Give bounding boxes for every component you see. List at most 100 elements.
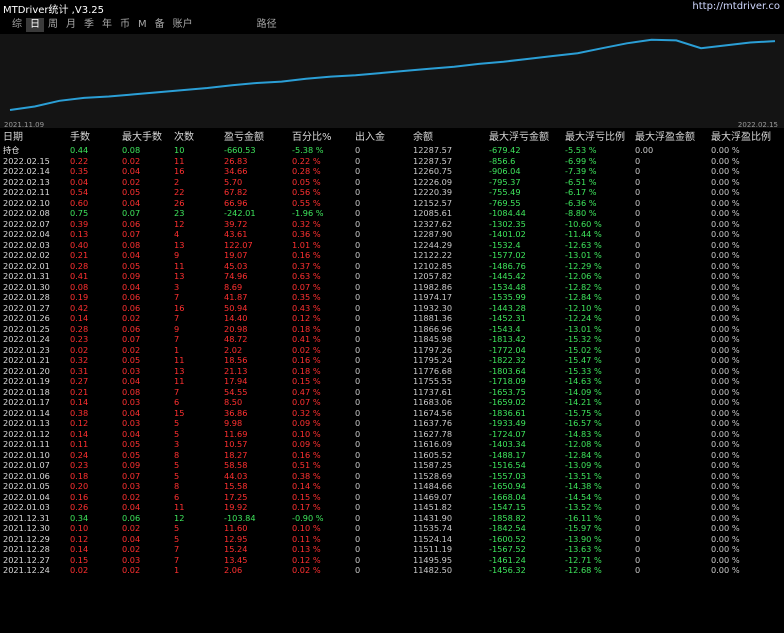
cell-lots: 0.20 — [70, 481, 89, 491]
table-row[interactable]: 2022.01.11 0.11 0.05 3 10.57 0.09 % 0 11616.09 -… — [0, 439, 784, 450]
table-row[interactable]: 2022.02.03 0.40 0.08 13 122.07 1.01 % 0 12244.2… — [0, 240, 784, 251]
cell-bal: 11431.90 — [413, 512, 453, 523]
table-row[interactable]: 2022.01.13 0.12 0.03 5 9.98 0.09 % 0 11637.76 -1… — [0, 418, 784, 429]
table-row[interactable]: 2022.01.04 0.16 0.02 6 17.25 0.15 % 0 11469.07 -… — [0, 492, 784, 503]
tab-7[interactable]: M — [134, 18, 151, 32]
cell-maxlots: 0.06 — [122, 218, 141, 229]
tab-3[interactable]: 月 — [62, 18, 80, 32]
cell-mdd: -1836.61 — [489, 407, 526, 418]
cell-mddp: -15.32 % — [565, 334, 602, 344]
cell-count: 3 — [174, 281, 180, 292]
tab-2[interactable]: 周 — [44, 18, 62, 32]
table-row[interactable]: 2022.01.21 0.32 0.05 11 18.56 0.16 % 0 11795.24… — [0, 355, 784, 366]
table-row[interactable]: 2021.12.31 0.34 0.06 12 -103.84 -0.90 % 0 11431… — [0, 513, 784, 524]
tab-4[interactable]: 季 — [80, 18, 98, 32]
cell-mdd: -1653.75 — [489, 386, 526, 397]
cell-bal: 11797.26 — [413, 344, 453, 355]
column-header-5[interactable]: 百分比% — [292, 131, 355, 145]
cell-io: 0 — [355, 208, 361, 218]
column-header-2[interactable]: 最大手数 — [122, 131, 174, 145]
table-row[interactable]: 2021.12.28 0.14 0.02 7 15.24 0.13 % 0 11511.19 -… — [0, 544, 784, 555]
table-row[interactable]: 2022.01.19 0.27 0.04 11 17.94 0.15 % 0 11755.55… — [0, 376, 784, 387]
table-row[interactable]: 2022.01.05 0.20 0.03 8 15.58 0.14 % 0 11484.66 -… — [0, 481, 784, 492]
cell-io: 0 — [355, 250, 361, 260]
column-header-3[interactable]: 次数 — [174, 131, 224, 145]
table-row[interactable]: 2022.01.24 0.23 0.07 7 48.72 0.41 % 0 11845.98 -… — [0, 334, 784, 345]
table-row[interactable]: 2022.01.18 0.21 0.08 7 54.55 0.47 % 0 11737.61 -… — [0, 387, 784, 398]
tab-1[interactable]: 日 — [26, 18, 44, 32]
cell-pct: 0.07 % — [292, 397, 321, 407]
table-row[interactable]: 2022.02.13 0.04 0.02 2 5.70 0.05 % 0 12226.09 -7… — [0, 177, 784, 188]
cell-io: 0 — [355, 323, 361, 334]
cell-mfe: 0.00 — [635, 145, 654, 155]
tab-10[interactable]: 路径 — [253, 18, 281, 32]
table-row[interactable]: 2022.02.04 0.13 0.07 4 43.61 0.36 % 0 12287.90 -… — [0, 229, 784, 240]
table-row[interactable]: 2022.02.11 0.54 0.05 22 67.82 0.56 % 0 12220.39… — [0, 187, 784, 198]
table-row[interactable]: 2022.01.26 0.14 0.02 7 14.40 0.12 % 0 11881.36 -… — [0, 313, 784, 324]
table-row[interactable]: 2022.01.12 0.14 0.04 5 11.69 0.10 % 0 11627.78 -… — [0, 429, 784, 440]
column-header-4[interactable]: 盈亏金额 — [224, 131, 292, 145]
cell-mfe: 0 — [635, 166, 641, 176]
cell-io: 0 — [355, 565, 361, 575]
table-row[interactable]: 2021.12.29 0.12 0.04 5 12.95 0.11 % 0 11524.14 -… — [0, 534, 784, 545]
tab-6[interactable]: 币 — [116, 18, 134, 32]
table-row[interactable]: 2021.12.27 0.15 0.03 7 13.45 0.12 % 0 11495.95 -… — [0, 555, 784, 566]
table-row[interactable]: 持仓 0.44 0.08 10 -660.53 -5.38 % 0 12287.57 -679.… — [0, 145, 784, 156]
cell-mfep: 0.00 % — [711, 365, 740, 376]
app-url-link[interactable]: http://mtdriver.co — [692, 1, 780, 12]
table-row[interactable]: 2022.02.15 0.22 0.02 11 26.83 0.22 % 0 12287.57… — [0, 156, 784, 167]
table-row[interactable]: 2022.01.06 0.18 0.07 5 44.03 0.38 % 0 11528.69 -… — [0, 471, 784, 482]
table-row[interactable]: 2022.01.27 0.42 0.06 16 50.94 0.43 % 0 11932.30… — [0, 303, 784, 314]
table-row[interactable]: 2022.01.20 0.31 0.03 13 21.13 0.18 % 0 11776.68… — [0, 366, 784, 377]
cell-mddp: -15.47 % — [565, 355, 602, 365]
cell-mdd: -1659.02 — [489, 397, 526, 407]
table-row[interactable]: 2022.01.03 0.26 0.04 11 19.92 0.17 % 0 11451.82… — [0, 502, 784, 513]
table-row[interactable]: 2022.02.08 0.75 0.07 23 -242.01 -1.96 % 0 12085… — [0, 208, 784, 219]
cell-pct: 0.43 % — [292, 302, 321, 313]
table-row[interactable]: 2022.01.31 0.41 0.09 13 74.96 0.63 % 0 12057.82… — [0, 271, 784, 282]
tab-8[interactable]: 备 — [151, 18, 169, 32]
cell-count: 13 — [174, 271, 185, 281]
cell-mfep: 0.00 % — [711, 281, 740, 292]
table-row[interactable]: 2022.01.30 0.08 0.04 3 8.69 0.07 % 0 11982.86 -1… — [0, 282, 784, 293]
column-header-8[interactable]: 最大浮亏金额 — [489, 131, 565, 145]
table-row[interactable]: 2022.01.25 0.28 0.06 9 20.98 0.18 % 0 11866.96 -… — [0, 324, 784, 335]
tab-5[interactable]: 年 — [98, 18, 116, 32]
column-header-6[interactable]: 出入金 — [355, 131, 413, 145]
column-header-0[interactable]: 日期 — [0, 131, 70, 145]
cell-pct: 0.38 % — [292, 470, 321, 481]
cell-bal: 11535.74 — [413, 523, 453, 533]
column-header-9[interactable]: 最大浮亏比例 — [565, 131, 635, 145]
cell-maxlots: 0.06 — [122, 512, 141, 523]
cell-mfep: 0.00 % — [711, 302, 740, 313]
cell-mfe: 0 — [635, 344, 641, 355]
cell-mddp: -13.01 % — [565, 323, 602, 334]
column-header-7[interactable]: 余额 — [413, 131, 489, 145]
cell-date: 2021.12.29 — [3, 533, 50, 544]
cell-mddp: -14.54 % — [565, 491, 602, 502]
table-row[interactable]: 2022.02.10 0.60 0.04 26 66.96 0.55 % 0 12152.57… — [0, 198, 784, 209]
column-header-1[interactable]: 手数 — [70, 131, 122, 145]
table-row[interactable]: 2022.01.23 0.02 0.02 1 2.02 0.02 % 0 11797.26 -1… — [0, 345, 784, 356]
table-row[interactable]: 2022.01.17 0.14 0.03 6 8.50 0.07 % 0 11683.06 -1… — [0, 397, 784, 408]
table-row[interactable]: 2022.01.28 0.19 0.06 7 41.87 0.35 % 0 11974.17 -… — [0, 292, 784, 303]
tab-9[interactable]: 账户 — [169, 18, 197, 32]
table-row[interactable]: 2021.12.24 0.02 0.02 1 2.06 0.02 % 0 11482.50 -1… — [0, 565, 784, 576]
column-header-10[interactable]: 最大浮盈金额 — [635, 131, 711, 145]
column-header-11[interactable]: 最大浮盈比例 — [711, 131, 784, 145]
table-row[interactable]: 2022.01.14 0.38 0.04 15 36.86 0.32 % 0 11674.56… — [0, 408, 784, 419]
table-row[interactable]: 2022.02.01 0.28 0.05 11 45.03 0.37 % 0 12102.85… — [0, 261, 784, 272]
table-row[interactable]: 2021.12.30 0.10 0.02 5 11.60 0.10 % 0 11535.74 -… — [0, 523, 784, 534]
table-row[interactable]: 2022.02.14 0.35 0.04 16 34.66 0.28 % 0 12260.75… — [0, 166, 784, 177]
cell-mddp: -7.39 % — [565, 166, 597, 176]
table-row[interactable]: 2022.01.07 0.23 0.09 5 58.58 0.51 % 0 11587.25 -… — [0, 460, 784, 471]
cell-maxlots: 0.07 — [122, 229, 141, 239]
cell-mfe: 0 — [635, 481, 641, 491]
table-row[interactable]: 2022.02.02 0.21 0.04 9 19.07 0.16 % 0 12122.22 -… — [0, 250, 784, 261]
table-row[interactable]: 2022.02.07 0.39 0.06 12 39.72 0.32 % 0 12327.62… — [0, 219, 784, 230]
cell-lots: 0.13 — [70, 229, 89, 239]
cell-mfe: 0 — [635, 271, 641, 281]
table-row[interactable]: 2022.01.10 0.24 0.05 8 18.27 0.16 % 0 11605.52 -… — [0, 450, 784, 461]
tab-0[interactable]: 综 — [8, 18, 26, 32]
cell-maxlots: 0.06 — [122, 302, 141, 313]
